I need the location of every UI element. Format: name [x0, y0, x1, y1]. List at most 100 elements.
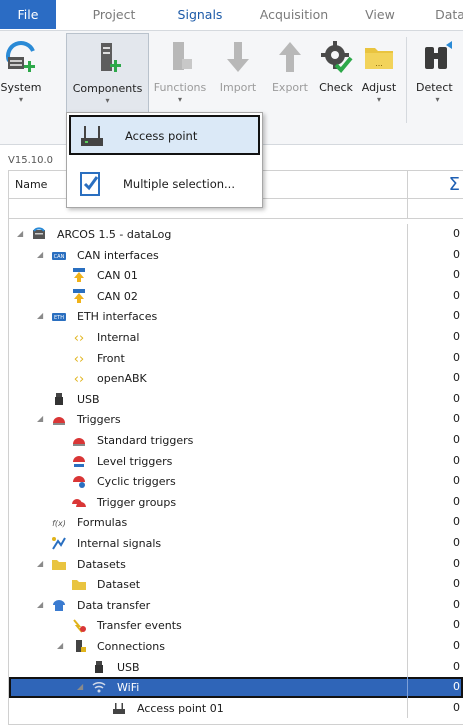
folder-icon	[52, 559, 66, 570]
import-label: Import	[219, 81, 257, 94]
row-label: Transfer events	[97, 619, 182, 633]
adjust-button[interactable]: ... Adjust ▾	[358, 33, 400, 127]
row-count: 0	[407, 306, 463, 327]
expand-toggle-icon[interactable]: ◢	[37, 311, 43, 320]
tree-row[interactable]: f(x) Formulas 0	[9, 512, 463, 533]
eth-port-icon: ‹›	[74, 352, 84, 366]
system-icon	[6, 41, 35, 72]
expand-toggle-icon[interactable]: ◢	[37, 414, 43, 423]
row-label: Trigger groups	[97, 495, 177, 509]
tree-row[interactable]: ◢ Connections 0	[9, 636, 463, 657]
tree-row[interactable]: ‹› Internal 0	[9, 327, 463, 348]
folder-icon: ...	[365, 48, 393, 69]
row-label: CAN interfaces	[77, 248, 159, 262]
eth-bus-icon: ETH	[52, 313, 66, 322]
usb-icon	[95, 660, 103, 673]
tree-row[interactable]: ◢ Data transfer 0	[9, 594, 463, 616]
expand-toggle-icon[interactable]: ◢	[77, 682, 83, 691]
menu-item-multiple-selection[interactable]: Multiple selection...	[69, 165, 260, 205]
row-count: 0	[407, 244, 463, 266]
ribbon-separator	[406, 37, 407, 123]
tree-row[interactable]: Cyclic triggers 0	[9, 471, 463, 492]
device-icon	[33, 227, 45, 239]
tree-row[interactable]: CAN 02 0	[9, 285, 463, 307]
tab-data[interactable]: Data	[430, 5, 463, 25]
row-label: Formulas	[77, 516, 128, 530]
row-count: 0	[407, 697, 463, 719]
tree-row[interactable]: USB 0	[9, 388, 463, 410]
tree-row[interactable]: ◢ ETH ETH interfaces 0	[9, 306, 463, 327]
row-count: 0	[407, 677, 463, 698]
trigger-icon	[73, 438, 85, 446]
name-column-header[interactable]: Name	[15, 178, 47, 191]
transfer-event-icon	[73, 619, 86, 634]
trigger-icon	[53, 417, 65, 426]
wifi-icon	[92, 682, 106, 693]
tree-row[interactable]: ◢ ARCOS 1.5 - dataLog 0	[9, 224, 463, 245]
sum-column-header[interactable]: Σ	[407, 171, 463, 199]
expand-toggle-icon[interactable]: ◢	[37, 600, 43, 609]
filter-cell[interactable]	[407, 199, 463, 219]
connection-icon	[76, 640, 86, 652]
can-port-icon	[73, 268, 85, 283]
tree-row[interactable]: ‹› Front 0	[9, 347, 463, 369]
check-button[interactable]: Check	[316, 33, 356, 127]
access-point-label: Access point	[125, 129, 198, 143]
components-label: Components	[72, 82, 143, 95]
row-count: 0	[407, 388, 463, 410]
tree-row[interactable]: Level triggers 0	[9, 450, 463, 472]
svg-text:‹›: ‹›	[74, 331, 84, 345]
expand-toggle-icon[interactable]: ◢	[37, 559, 43, 568]
detect-label: Detect	[416, 81, 453, 94]
tree-row[interactable]: Internal signals 0	[9, 533, 463, 554]
system-button[interactable]: System ▾	[0, 33, 42, 127]
tree-row[interactable]: ◢ Triggers 0	[9, 409, 463, 430]
data-transfer-icon	[53, 599, 65, 611]
row-label: CAN 02	[97, 289, 138, 303]
tree-row[interactable]: ◢ WiFi 0	[9, 677, 463, 698]
svg-text:ETH: ETH	[54, 315, 64, 321]
svg-text:...: ...	[375, 59, 383, 68]
tree-row[interactable]: ◢ Datasets 0	[9, 553, 463, 575]
usb-icon	[55, 392, 63, 405]
tree-row[interactable]: CAN 01 0	[9, 265, 463, 286]
expand-toggle-icon[interactable]: ◢	[17, 229, 23, 238]
arrow-down-icon	[227, 42, 249, 72]
trigger-group-icon	[72, 498, 86, 507]
expand-toggle-icon[interactable]: ◢	[57, 641, 63, 650]
tree-row[interactable]: Dataset 0	[9, 574, 463, 595]
components-dropdown-menu: Access point Multiple selection...	[66, 112, 263, 208]
row-label: ETH interfaces	[77, 310, 158, 324]
row-count: 0	[407, 553, 463, 575]
tab-file[interactable]: File	[0, 0, 56, 29]
tab-project[interactable]: Project	[84, 5, 144, 25]
row-label: Cyclic triggers	[97, 475, 176, 489]
chevron-down-icon: ▾	[177, 95, 182, 104]
tree-row[interactable]: USB 0	[9, 656, 463, 678]
export-button[interactable]: Export	[268, 33, 312, 127]
check-label: Check	[319, 81, 353, 94]
tree-row[interactable]: ◢ CAN CAN interfaces 0	[9, 244, 463, 266]
tree-row[interactable]: Standard triggers 0	[9, 430, 463, 451]
row-label: Front	[97, 351, 125, 365]
row-label: USB	[77, 392, 100, 406]
eth-port-icon: ‹›	[74, 372, 84, 386]
formula-icon: f(x)	[52, 519, 66, 528]
tree-row[interactable]: Access point 01 0	[9, 697, 463, 719]
arrow-up-icon	[279, 42, 301, 72]
menu-item-access-point[interactable]: Access point	[69, 115, 260, 155]
multiple-selection-label: Multiple selection...	[123, 177, 235, 191]
binoculars-icon	[424, 41, 452, 69]
detect-button[interactable]: Detect ▾	[412, 33, 463, 127]
tab-view[interactable]: View	[360, 5, 400, 25]
folder-icon	[72, 580, 86, 591]
tab-acquisition[interactable]: Acquisition	[254, 5, 334, 25]
row-count: 0	[407, 265, 463, 286]
tree-row[interactable]: Trigger groups 0	[9, 491, 463, 513]
row-label: openABK	[97, 372, 147, 386]
internal-signal-icon	[52, 537, 66, 550]
tree-row[interactable]: Transfer events 0	[9, 615, 463, 636]
tab-signals[interactable]: Signals	[170, 5, 230, 25]
tree-row[interactable]: ‹› openABK 0	[9, 368, 463, 389]
expand-toggle-icon[interactable]: ◢	[37, 250, 43, 259]
